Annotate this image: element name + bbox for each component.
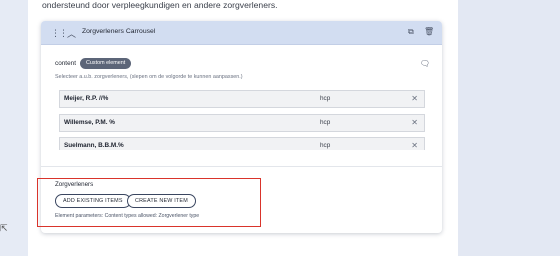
- helper-text: Selecteer a.u.b. zorgverleners, (slepen …: [55, 74, 243, 80]
- list-item[interactable]: Willemse, P.M. % hcp ✕: [59, 113, 425, 132]
- content-label: content: [55, 60, 76, 67]
- trash-icon[interactable]: 🗑: [424, 27, 434, 36]
- divider: [41, 166, 442, 167]
- intro-text: ondersteund door verpleegkundigen en and…: [42, 0, 278, 10]
- chevron-up-icon[interactable]: ︿: [67, 27, 76, 40]
- selected-items-list[interactable]: Meijer, R.P. //% hcp ✕ Willemse, P.M. % …: [59, 90, 425, 150]
- item-type: hcp: [320, 142, 331, 149]
- list-item[interactable]: Suelmann, B.B.M.% hcp ✕: [59, 137, 425, 150]
- copy-icon[interactable]: ⧉: [408, 27, 414, 37]
- item-type: hcp: [320, 118, 331, 126]
- mouse-cursor-icon: ⇱: [0, 223, 8, 233]
- highlight-box: [37, 178, 261, 227]
- item-name: Willemse, P.M. %: [64, 118, 115, 126]
- drag-handle-icon[interactable]: ⋮⋮: [51, 28, 68, 38]
- item-name: Meijer, R.P. //%: [64, 95, 109, 102]
- comment-icon[interactable]: 🗨: [420, 59, 430, 68]
- list-item[interactable]: Meijer, R.P. //% hcp ✕: [59, 90, 425, 108]
- card-title: Zorgverleners Carrousel: [82, 28, 156, 35]
- remove-icon[interactable]: ✕: [411, 141, 418, 150]
- item-name: Suelmann, B.B.M.%: [64, 142, 124, 149]
- remove-icon[interactable]: ✕: [411, 118, 418, 127]
- right-background: [458, 0, 560, 256]
- remove-icon[interactable]: ✕: [411, 94, 418, 103]
- item-type: hcp: [320, 95, 331, 102]
- card-header: ⋮⋮ ︿ Zorgverleners Carrousel ⧉ 🗑: [41, 21, 442, 45]
- custom-element-badge: Custom element: [80, 58, 132, 69]
